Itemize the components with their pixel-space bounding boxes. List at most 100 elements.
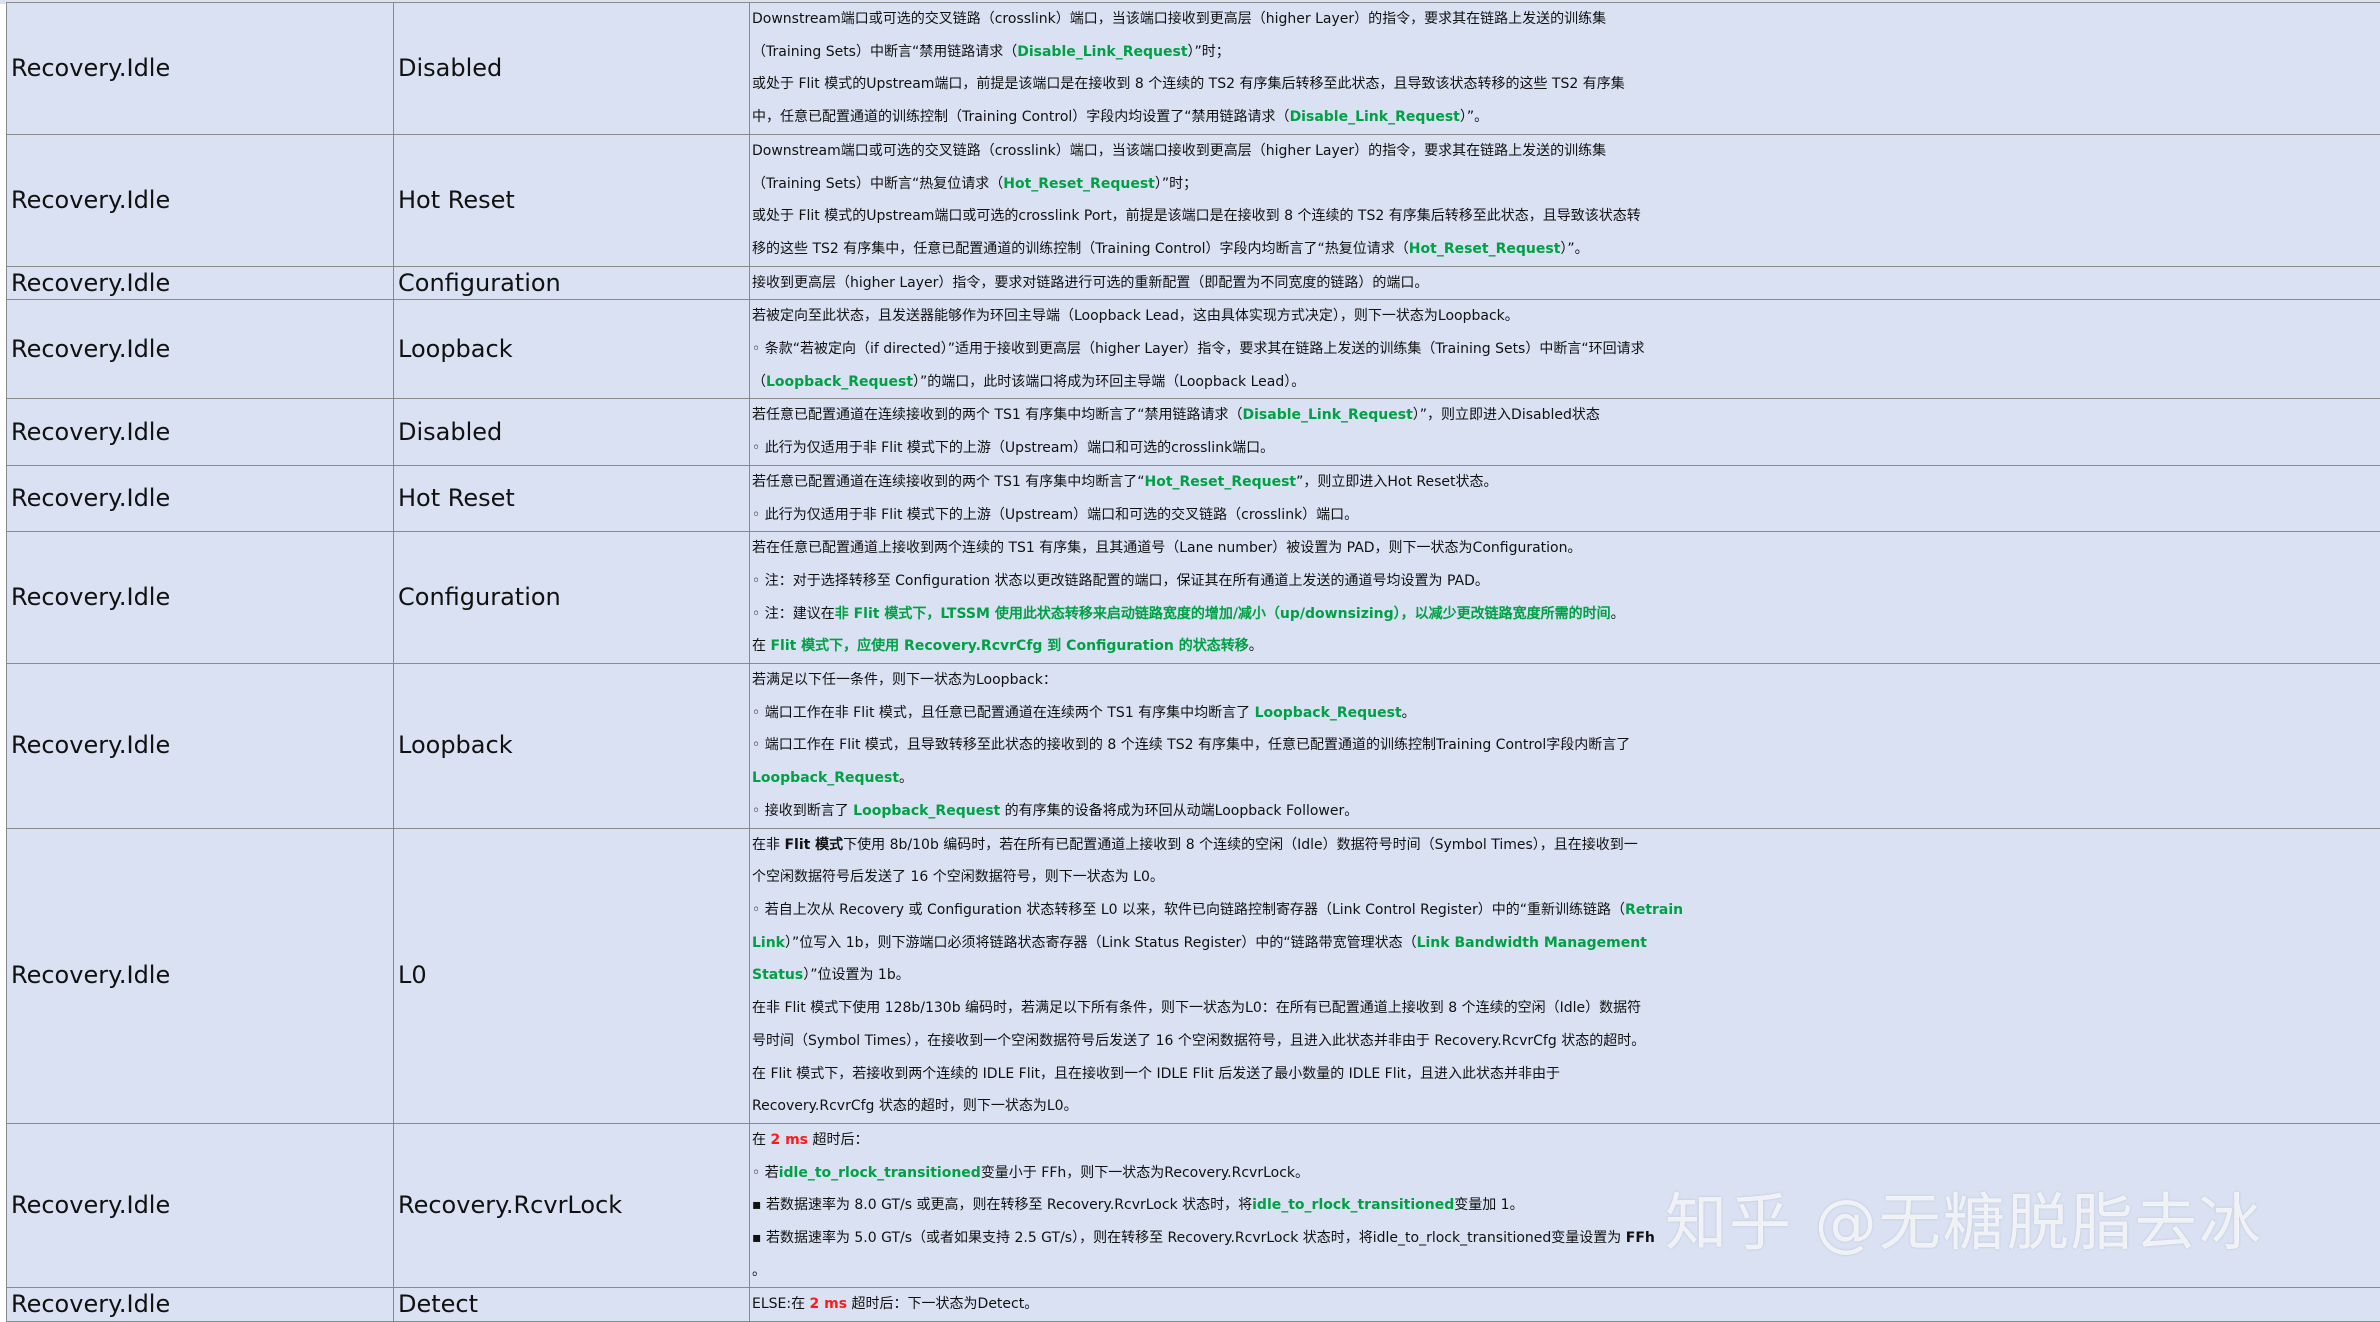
condition-line: 中，任意已配置通道的训练控制（Training Control）字段内均设置了“…: [752, 101, 2378, 134]
condition-text: ▪ 若数据速率为 5.0 GT/s（或者如果支持 2.5 GT/s），则在转移至…: [752, 1230, 1626, 1246]
condition-line: ◦ 此行为仅适用于非 Flit 模式下的上游（Upstream）端口和可选的交叉…: [752, 499, 2378, 532]
condition-text: Loopback_Request: [752, 770, 899, 786]
current-state-cell: Recovery.Idle: [7, 266, 394, 300]
condition-line: 个空闲数据符号后发送了 16 个空闲数据符号，则下一状态为 L0。: [752, 861, 2378, 894]
condition-text: ◦ 注：建议在: [752, 606, 835, 622]
condition-line: Status）”位设置为 1b。: [752, 959, 2378, 992]
condition-text: 移的这些 TS2 有序集中，任意已配置通道的训练控制（Training Cont…: [752, 241, 1409, 257]
condition-text: ）”时；: [1155, 176, 1197, 192]
table-row: Recovery.IdleConfiguration接收到更高层（higher …: [7, 266, 2380, 300]
table-row: Recovery.IdleHot Reset若任意已配置通道在连续接收到的两个 …: [7, 465, 2380, 531]
condition-text: 。: [1249, 638, 1263, 654]
condition-text: 若被定向至此状态，且发送器能够作为环回主导端（Loopback Lead，这由具…: [752, 308, 1519, 324]
condition-text: 。: [752, 1263, 766, 1279]
condition-text: Disable_Link_Request: [1243, 407, 1413, 423]
table-row: Recovery.IdleLoopback若被定向至此状态，且发送器能够作为环回…: [7, 300, 2380, 399]
condition-text: 或处于 Flit 模式的Upstream端口，前提是该端口是在接收到 8 个连续…: [752, 76, 1625, 92]
condition-line: ◦ 注：对于选择转移至 Configuration 状态以更改链路配置的端口，保…: [752, 565, 2378, 598]
next-state-cell: Configuration: [394, 532, 750, 664]
condition-line: 在非 Flit 模式下使用 128b/130b 编码时，若满足以下所有条件，则下…: [752, 992, 2378, 1025]
current-state-cell: Recovery.Idle: [7, 1123, 394, 1288]
condition-text: 若在任意已配置通道上接收到两个连续的 TS1 有序集，且其通道号（Lane nu…: [752, 540, 1582, 556]
table-row: Recovery.IdleDetectELSE:在 2 ms 超时后：下一状态为…: [7, 1288, 2380, 1322]
condition-text: Hot_Reset_Request: [1145, 474, 1297, 490]
condition-text: 在 Flit 模式下，若接收到两个连续的 IDLE Flit，且在接收到一个 I…: [752, 1066, 1560, 1082]
current-state-cell: Recovery.Idle: [7, 828, 394, 1123]
condition-line: ELSE:在 2 ms 超时后：下一状态为Detect。: [752, 1288, 2378, 1321]
condition-text: 号时间（Symbol Times），在接收到一个空闲数据符号后发送了 16 个空…: [752, 1033, 1645, 1049]
condition-text: idle_to_rlock_transitioned: [779, 1165, 981, 1181]
condition-cell: Downstream端口或可选的交叉链路（crosslink）端口，当该端口接收…: [750, 3, 2380, 135]
condition-line: （Loopback_Request）”的端口，此时该端口将成为环回主导端（Loo…: [752, 366, 2378, 399]
condition-line: 号时间（Symbol Times），在接收到一个空闲数据符号后发送了 16 个空…: [752, 1025, 2378, 1058]
condition-text: Loopback_Request: [766, 374, 913, 390]
condition-text: 在非: [752, 837, 784, 853]
condition-text: ◦ 端口工作在非 Flit 模式，且任意已配置通道在连续两个 TS1 有序集中均…: [752, 705, 1255, 721]
condition-text: Downstream端口或可选的交叉链路（crosslink）端口，当该端口接收…: [752, 143, 1606, 159]
condition-text: FFh: [1626, 1230, 1655, 1246]
condition-line: Recovery.RcvrCfg 状态的超时，则下一状态为L0。: [752, 1090, 2378, 1123]
condition-line: Downstream端口或可选的交叉链路（crosslink）端口，当该端口接收…: [752, 3, 2378, 36]
condition-text: ◦ 端口工作在 Flit 模式，且导致转移至此状态的接收到的 8 个连续 TS2…: [752, 737, 1630, 753]
condition-text: 在: [752, 1132, 770, 1148]
condition-text: 下使用 8b/10b 编码时，若在所有已配置通道上接收到 8 个连续的空闲（Id…: [843, 837, 1638, 853]
condition-text: 若满足以下任一条件，则下一状态为Loopback：: [752, 672, 1057, 688]
condition-cell: 若任意已配置通道在连续接收到的两个 TS1 有序集中均断言了“禁用链路请求（Di…: [750, 399, 2380, 465]
current-state-cell: Recovery.Idle: [7, 399, 394, 465]
condition-line: Link）”位写入 1b，则下游端口必须将链路状态寄存器（Link Status…: [752, 927, 2378, 960]
condition-cell: Downstream端口或可选的交叉链路（crosslink）端口，当该端口接收…: [750, 134, 2380, 266]
condition-text: Recovery.RcvrCfg 状态的超时，则下一状态为L0。: [752, 1098, 1078, 1114]
condition-line: 若被定向至此状态，且发送器能够作为环回主导端（Loopback Lead，这由具…: [752, 300, 2378, 333]
condition-text: 。: [1611, 606, 1625, 622]
condition-line: ◦ 此行为仅适用于非 Flit 模式下的上游（Upstream）端口和可选的cr…: [752, 432, 2378, 465]
condition-line: ◦ 端口工作在非 Flit 模式，且任意已配置通道在连续两个 TS1 有序集中均…: [752, 697, 2378, 730]
condition-cell: 接收到更高层（higher Layer）指令，要求对链路进行可选的重新配置（即配…: [750, 266, 2380, 300]
condition-text: 的有序集的设备将成为环回从动端Loopback Follower。: [1000, 803, 1358, 819]
condition-line: 或处于 Flit 模式的Upstream端口，前提是该端口是在接收到 8 个连续…: [752, 68, 2378, 101]
next-state-cell: Loopback: [394, 664, 750, 829]
next-state-cell: Hot Reset: [394, 465, 750, 531]
next-state-cell: Loopback: [394, 300, 750, 399]
condition-text: ◦ 条款“若被定向（if directed）”适用于接收到更高层（higher …: [752, 341, 1645, 357]
condition-cell: 在非 Flit 模式下使用 8b/10b 编码时，若在所有已配置通道上接收到 8…: [750, 828, 2380, 1123]
condition-text: 中，任意已配置通道的训练控制（Training Control）字段内均设置了“…: [752, 109, 1290, 125]
condition-cell: 若在任意已配置通道上接收到两个连续的 TS1 有序集，且其通道号（Lane nu…: [750, 532, 2380, 664]
condition-text: ”，则立即进入Hot Reset状态。: [1296, 474, 1497, 490]
condition-line: 或处于 Flit 模式的Upstream端口或可选的crosslink Port…: [752, 200, 2378, 233]
condition-text: ）”，则立即进入Disabled状态: [1413, 407, 1600, 423]
condition-text: 超时后：下一状态为Detect。: [847, 1296, 1038, 1312]
current-state-cell: Recovery.Idle: [7, 532, 394, 664]
table-row: Recovery.IdleHot ResetDownstream端口或可选的交叉…: [7, 134, 2380, 266]
condition-cell: 在 2 ms 超时后：◦ 若idle_to_rlock_transitioned…: [750, 1123, 2380, 1288]
condition-line: ▪ 若数据速率为 5.0 GT/s（或者如果支持 2.5 GT/s），则在转移至…: [752, 1222, 2378, 1255]
state-transition-table: Recovery.IdleDisabledDownstream端口或可选的交叉链…: [6, 2, 2380, 1322]
condition-text: Hot_Reset_Request: [1003, 176, 1155, 192]
condition-text: Flit 模式下，应使用 Recovery.RcvrCfg 到 Configur…: [770, 638, 1248, 654]
condition-text: 或处于 Flit 模式的Upstream端口或可选的crosslink Port…: [752, 208, 1641, 224]
condition-text: ）”位设置为 1b。: [803, 967, 910, 983]
current-state-cell: Recovery.Idle: [7, 300, 394, 399]
condition-line: Loopback_Request。: [752, 762, 2378, 795]
condition-line: 若在任意已配置通道上接收到两个连续的 TS1 有序集，且其通道号（Lane nu…: [752, 532, 2378, 565]
next-state-cell: Configuration: [394, 266, 750, 300]
condition-line: ◦ 注：建议在非 Flit 模式下，LTSSM 使用此状态转移来启动链路宽度的增…: [752, 598, 2378, 631]
table-row: Recovery.IdleDisabled若任意已配置通道在连续接收到的两个 T…: [7, 399, 2380, 465]
condition-line: 若任意已配置通道在连续接收到的两个 TS1 有序集中均断言了“Hot_Reset…: [752, 466, 2378, 499]
condition-line: ◦ 条款“若被定向（if directed）”适用于接收到更高层（higher …: [752, 333, 2378, 366]
condition-line: 若任意已配置通道在连续接收到的两个 TS1 有序集中均断言了“禁用链路请求（Di…: [752, 399, 2378, 432]
condition-line: ◦ 接收到断言了 Loopback_Request 的有序集的设备将成为环回从动…: [752, 795, 2378, 828]
next-state-cell: Hot Reset: [394, 134, 750, 266]
condition-line: ◦ 若自上次从 Recovery 或 Configuration 状态转移至 L…: [752, 894, 2378, 927]
condition-text: Downstream端口或可选的交叉链路（crosslink）端口，当该端口接收…: [752, 11, 1606, 27]
condition-text: 变量加 1。: [1454, 1197, 1523, 1213]
condition-text: Status: [752, 967, 803, 983]
condition-text: 在: [752, 638, 770, 654]
condition-text: idle_to_rlock_transitioned: [1252, 1197, 1454, 1213]
condition-text: ◦ 注：对于选择转移至 Configuration 状态以更改链路配置的端口，保…: [752, 573, 1489, 589]
condition-line: ◦ 若idle_to_rlock_transitioned变量小于 FFh，则下…: [752, 1157, 2378, 1190]
condition-line: 在 2 ms 超时后：: [752, 1124, 2378, 1157]
condition-text: ）”。: [1560, 241, 1588, 257]
condition-text: Link Bandwidth Management: [1417, 935, 1647, 951]
condition-text: 非 Flit 模式下，LTSSM 使用此状态转移来启动链路宽度的增加/减小（up…: [835, 606, 1611, 622]
condition-text: Flit 模式: [784, 837, 843, 853]
